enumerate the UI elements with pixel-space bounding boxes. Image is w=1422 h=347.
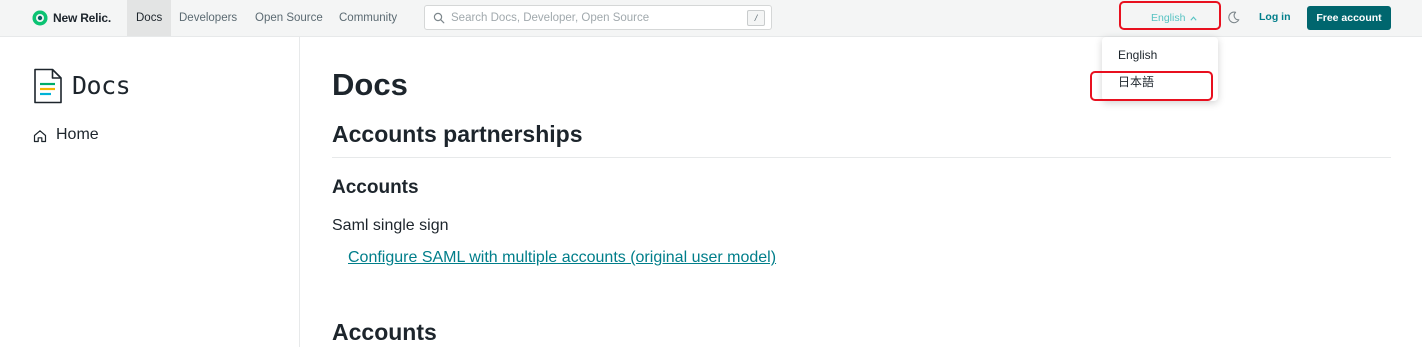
top-navigation: New Relic. Docs Developers Open Source C… [0,0,1422,37]
search-shortcut-hint: / [747,10,765,26]
docs-document-icon [34,68,62,104]
nav-developers[interactable]: Developers [170,0,246,36]
saml-multiple-accounts-link[interactable]: Configure SAML with multiple accounts (o… [348,249,776,267]
next-section-heading: Accounts [332,319,437,345]
subsection-heading: Accounts [332,177,419,198]
sidebar: Docs Home [0,37,300,347]
language-dropdown-menu: English 日本語 [1102,37,1218,101]
dark-mode-toggle-icon[interactable] [1227,11,1240,24]
nav-docs[interactable]: Docs [127,0,172,36]
log-in-link[interactable]: Log in [1259,11,1291,23]
language-option-english[interactable]: English [1118,48,1157,62]
nav-community[interactable]: Community [330,0,406,36]
section-heading: Accounts partnerships [332,121,583,147]
chevron-up-icon [1190,15,1198,21]
topic-heading: Saml single sign [332,217,449,234]
search-icon [433,12,445,24]
language-option-japanese[interactable]: 日本語 [1118,73,1154,90]
search-input[interactable] [451,8,741,27]
sidebar-title: Docs [72,71,131,100]
free-account-button[interactable]: Free account [1307,6,1391,30]
section-divider [332,157,1391,158]
nav-open-source[interactable]: Open Source [246,0,332,36]
search-box[interactable]: / [424,5,772,30]
brand-name: New Relic. [53,11,112,25]
sidebar-item-home[interactable]: Home [56,126,99,144]
new-relic-logo-icon [32,10,48,26]
page-title: Docs [332,67,408,102]
language-selector[interactable]: English [1151,11,1198,25]
home-icon [33,130,47,143]
brand-link[interactable]: New Relic. [32,10,111,26]
language-selector-label: English [1151,12,1186,24]
